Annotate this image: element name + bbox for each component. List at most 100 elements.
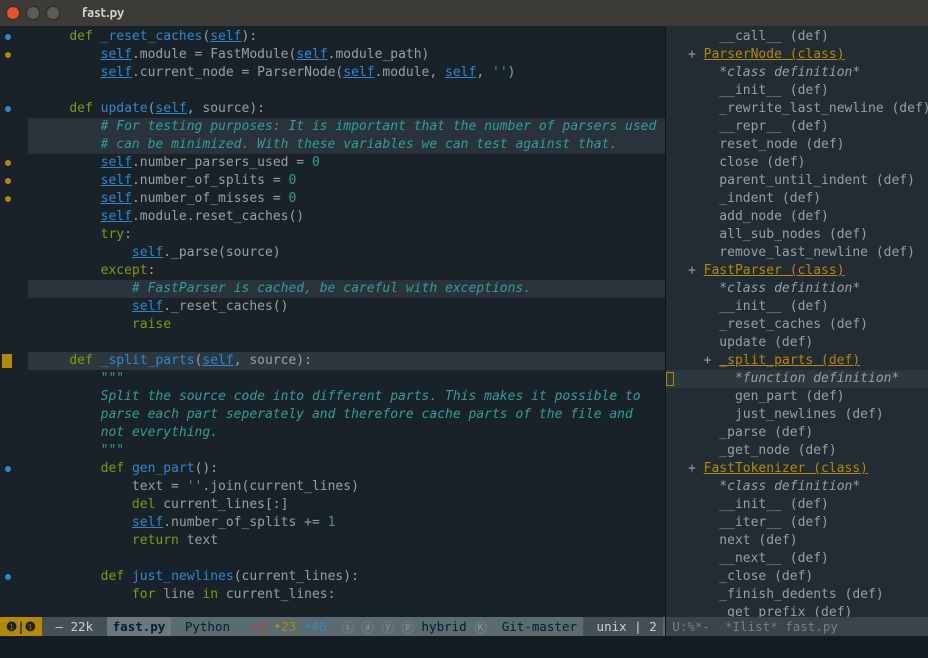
outline-label: *class definition* bbox=[719, 479, 860, 494]
code-line[interactable]: not everything. bbox=[28, 424, 665, 442]
outline-item[interactable]: __init__ (def) bbox=[666, 496, 928, 514]
window-controls bbox=[6, 6, 60, 20]
code-line[interactable]: def update(self, source): bbox=[28, 100, 665, 118]
code-line[interactable]: self.number_parsers_used = 0 bbox=[28, 154, 665, 172]
code-line[interactable]: parse each part seperately and therefore… bbox=[28, 406, 665, 424]
outline-item[interactable]: + _split_parts (def) bbox=[666, 352, 928, 370]
outline-label: reset_node (def) bbox=[719, 137, 844, 152]
outline-item[interactable]: reset_node (def) bbox=[666, 136, 928, 154]
code-line[interactable] bbox=[28, 550, 665, 568]
outline-item[interactable]: _close (def) bbox=[666, 568, 928, 586]
code-line[interactable]: self.number_of_misses = 0 bbox=[28, 190, 665, 208]
code-line[interactable]: # can be minimized. With these variables… bbox=[28, 136, 665, 154]
outline-item[interactable]: close (def) bbox=[666, 154, 928, 172]
code-line[interactable]: except: bbox=[28, 262, 665, 280]
code-line[interactable]: text = ''.join(current_lines) bbox=[28, 478, 665, 496]
gutter-dot-icon bbox=[5, 160, 11, 166]
maximize-icon[interactable] bbox=[46, 6, 60, 20]
code-line[interactable]: self.number_of_splits += 1 bbox=[28, 514, 665, 532]
outline-item[interactable]: update (def) bbox=[666, 334, 928, 352]
outline-cursor-icon bbox=[666, 372, 674, 386]
outline-item[interactable]: __iter__ (def) bbox=[666, 514, 928, 532]
outline-item[interactable]: + FastParser (class) bbox=[666, 262, 928, 280]
code-editor[interactable]: def _reset_caches(self): self.module = F… bbox=[28, 26, 665, 617]
outline-label: _indent (def) bbox=[719, 191, 821, 206]
outline-item[interactable]: remove_last_newline (def) bbox=[666, 244, 928, 262]
outline-label: FastTokenizer (class) bbox=[704, 461, 868, 476]
code-line[interactable]: Split the source code into different par… bbox=[28, 388, 665, 406]
outline-label: update (def) bbox=[719, 335, 813, 350]
outline-item[interactable]: *class definition* bbox=[666, 64, 928, 82]
outline-pane: __call__ (def) + ParserNode (class) *cla… bbox=[665, 26, 928, 636]
outline-item[interactable]: gen_part (def) bbox=[666, 388, 928, 406]
outline-label: __iter__ (def) bbox=[719, 515, 829, 530]
code-line[interactable]: def _reset_caches(self): bbox=[28, 28, 665, 46]
expand-icon[interactable]: + bbox=[688, 461, 704, 476]
mode-line-right[interactable]: U:%*- *Ilist* fast.py bbox=[666, 617, 928, 636]
outline-item[interactable]: *function definition* bbox=[666, 370, 928, 388]
modeline-input-method: hybrid bbox=[422, 619, 467, 634]
outline-label: _get_node (def) bbox=[719, 443, 836, 458]
code-line[interactable]: return text bbox=[28, 532, 665, 550]
close-icon[interactable] bbox=[6, 6, 20, 20]
outline-item[interactable]: __init__ (def) bbox=[666, 298, 928, 316]
outline-item[interactable]: _indent (def) bbox=[666, 190, 928, 208]
outline-item[interactable]: __init__ (def) bbox=[666, 82, 928, 100]
minimize-icon[interactable] bbox=[26, 6, 40, 20]
code-line[interactable]: self.number_of_splits = 0 bbox=[28, 172, 665, 190]
code-line[interactable]: self._parse(source) bbox=[28, 244, 665, 262]
window-title: fast.py bbox=[82, 6, 124, 20]
outline-label: __repr__ (def) bbox=[719, 119, 829, 134]
code-line[interactable] bbox=[28, 334, 665, 352]
outline-item[interactable]: add_node (def) bbox=[666, 208, 928, 226]
mode-line-left[interactable]: ❶|❶ — 22k fast.py Python •1 •23 •46 ⓢ ⓐ … bbox=[0, 617, 665, 636]
outline-item[interactable]: parent_until_indent (def) bbox=[666, 172, 928, 190]
outline-label: _split_parts (def) bbox=[719, 353, 860, 368]
outline-item[interactable]: next (def) bbox=[666, 532, 928, 550]
gutter-dot-icon bbox=[5, 196, 11, 202]
code-line[interactable]: self._reset_caches() bbox=[28, 298, 665, 316]
outline-item[interactable]: _get_node (def) bbox=[666, 442, 928, 460]
outline-item[interactable]: _reset_caches (def) bbox=[666, 316, 928, 334]
outline-label: *class definition* bbox=[719, 281, 860, 296]
outline-item[interactable]: all_sub_nodes (def) bbox=[666, 226, 928, 244]
code-line[interactable]: for line in current_lines: bbox=[28, 586, 665, 604]
code-line[interactable]: # For testing purposes: It is important … bbox=[28, 118, 665, 136]
gutter-dot-icon bbox=[5, 34, 11, 40]
code-line[interactable]: # FastParser is cached, be careful with … bbox=[28, 280, 665, 298]
outline-item[interactable]: __next__ (def) bbox=[666, 550, 928, 568]
outline-item[interactable]: + ParserNode (class) bbox=[666, 46, 928, 64]
expand-icon[interactable]: + bbox=[704, 353, 720, 368]
code-line[interactable]: self.module.reset_caches() bbox=[28, 208, 665, 226]
outline-item[interactable]: __repr__ (def) bbox=[666, 118, 928, 136]
code-gutter[interactable] bbox=[0, 26, 28, 617]
code-line[interactable]: self.current_node = ParserNode(self.modu… bbox=[28, 64, 665, 82]
code-line[interactable]: def just_newlines(current_lines): bbox=[28, 568, 665, 586]
code-line[interactable]: del current_lines[:] bbox=[28, 496, 665, 514]
modeline-errors: •1 bbox=[244, 619, 274, 634]
code-line[interactable]: try: bbox=[28, 226, 665, 244]
code-line[interactable]: """ bbox=[28, 442, 665, 460]
work-area: def _reset_caches(self): self.module = F… bbox=[0, 26, 928, 636]
echo-area[interactable] bbox=[0, 636, 928, 658]
code-line[interactable] bbox=[28, 82, 665, 100]
code-line[interactable]: """ bbox=[28, 370, 665, 388]
outline-item[interactable]: _parse (def) bbox=[666, 424, 928, 442]
outline-label: close (def) bbox=[719, 155, 805, 170]
outline-item[interactable]: + FastTokenizer (class) bbox=[666, 460, 928, 478]
code-line[interactable]: def gen_part(): bbox=[28, 460, 665, 478]
outline-list[interactable]: __call__ (def) + ParserNode (class) *cla… bbox=[666, 28, 928, 622]
code-line[interactable]: def _split_parts(self, source): bbox=[28, 352, 665, 370]
expand-icon[interactable]: + bbox=[688, 263, 704, 278]
code-line[interactable]: raise bbox=[28, 316, 665, 334]
code-line[interactable]: self.module = FastModule(self.module_pat… bbox=[28, 46, 665, 64]
outline-item[interactable]: _rewrite_last_newline (def) bbox=[666, 100, 928, 118]
outline-item[interactable]: *class definition* bbox=[666, 280, 928, 298]
expand-icon[interactable]: + bbox=[688, 47, 704, 62]
outline-label: __init__ (def) bbox=[719, 497, 829, 512]
outline-item[interactable]: *class definition* bbox=[666, 478, 928, 496]
outline-item[interactable]: _finish_dedents (def) bbox=[666, 586, 928, 604]
outline-label: __call__ (def) bbox=[719, 29, 829, 44]
outline-item[interactable]: __call__ (def) bbox=[666, 28, 928, 46]
outline-item[interactable]: just_newlines (def) bbox=[666, 406, 928, 424]
